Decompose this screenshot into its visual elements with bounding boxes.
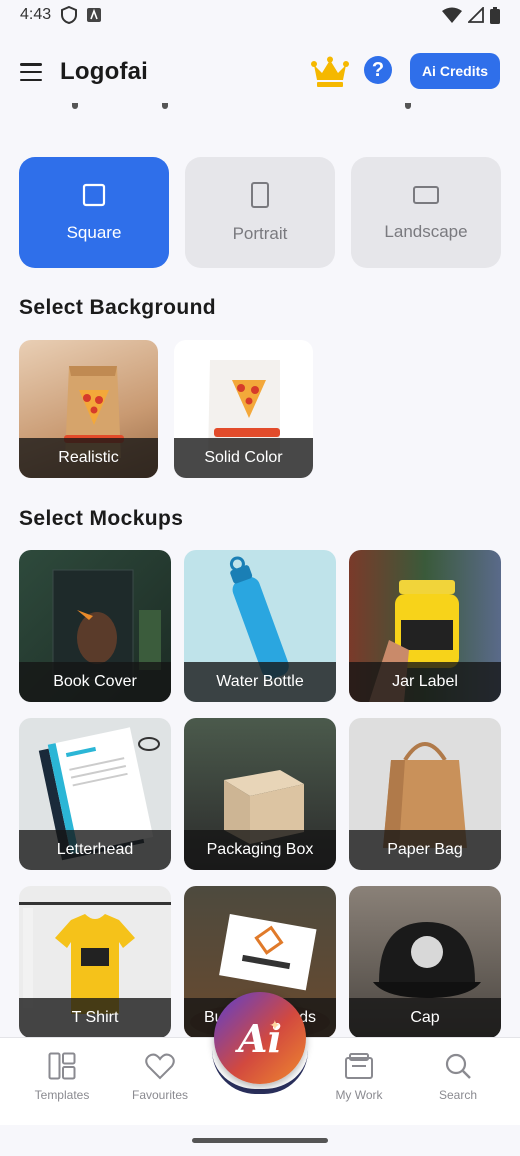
nav-templates[interactable]: Templates bbox=[17, 1052, 107, 1102]
help-icon: ? bbox=[371, 58, 385, 81]
nav-label: Templates bbox=[34, 1088, 90, 1102]
home-indicator[interactable] bbox=[192, 1138, 328, 1143]
section-title-background: Select Background bbox=[19, 296, 217, 319]
heart-icon bbox=[145, 1053, 175, 1080]
cut-glyph bbox=[405, 103, 411, 109]
status-bar: 4:43 bbox=[0, 0, 520, 30]
wifi-icon bbox=[442, 7, 462, 23]
tile-caption: Paper Bag bbox=[349, 830, 501, 870]
nav-search[interactable]: Search bbox=[413, 1052, 503, 1102]
mockup-cap[interactable]: Cap bbox=[349, 886, 501, 1038]
menu-icon-line bbox=[20, 63, 42, 66]
tile-caption: Solid Color bbox=[174, 438, 313, 478]
shield-icon bbox=[61, 6, 78, 24]
aspect-landscape-option[interactable]: Landscape bbox=[351, 157, 501, 268]
aspect-label: Square bbox=[66, 222, 122, 242]
tile-caption: Jar Label bbox=[349, 662, 501, 702]
portrait-icon bbox=[251, 181, 269, 208]
folder-icon bbox=[345, 1053, 373, 1079]
nav-label: Search bbox=[438, 1088, 478, 1102]
tile-caption: Book Cover bbox=[19, 662, 171, 702]
crown-icon bbox=[311, 56, 349, 87]
nav-my-work[interactable]: My Work bbox=[314, 1052, 404, 1102]
tile-caption: Realistic bbox=[19, 438, 158, 478]
mockup-paper-bag[interactable]: Paper Bag bbox=[349, 718, 501, 870]
templates-icon bbox=[48, 1052, 76, 1080]
background-options: Realistic Solid Color bbox=[19, 340, 313, 478]
scrolled-content-edge bbox=[0, 103, 520, 115]
mockup-grid: Book Cover Water Bottle Jar Label Letter… bbox=[19, 550, 501, 1038]
search-icon bbox=[445, 1053, 471, 1079]
tile-caption: Packaging Box bbox=[184, 830, 336, 870]
app-notification-icon bbox=[87, 8, 102, 22]
section-title-mockups: Select Mockups bbox=[19, 507, 184, 530]
mockup-letterhead[interactable]: Letterhead bbox=[19, 718, 171, 870]
tile-caption: Letterhead bbox=[19, 830, 171, 870]
menu-button[interactable] bbox=[20, 63, 42, 81]
sparkle-icon: ✦ bbox=[269, 1017, 281, 1033]
tile-caption: Cap bbox=[349, 998, 501, 1038]
nav-label: My Work bbox=[335, 1088, 383, 1102]
background-solid-color-option[interactable]: Solid Color bbox=[174, 340, 313, 478]
aspect-portrait-option[interactable]: Portrait bbox=[185, 157, 335, 268]
battery-icon bbox=[490, 6, 500, 24]
square-icon bbox=[82, 183, 106, 206]
mockup-book-cover[interactable]: Book Cover bbox=[19, 550, 171, 702]
help-button[interactable]: ? bbox=[364, 56, 392, 84]
nav-favourites[interactable]: Favourites bbox=[115, 1052, 205, 1102]
cut-glyph bbox=[72, 103, 78, 109]
tile-caption: Water Bottle bbox=[184, 662, 336, 702]
mockup-jar-label[interactable]: Jar Label bbox=[349, 550, 501, 702]
cut-glyph bbox=[162, 103, 168, 109]
landscape-icon bbox=[413, 185, 439, 204]
aspect-square-option[interactable]: Square bbox=[19, 157, 169, 268]
aspect-label: Landscape bbox=[384, 221, 468, 241]
premium-crown-button[interactable] bbox=[311, 56, 349, 88]
aspect-ratio-selector: Square Portrait Landscape bbox=[19, 157, 501, 268]
aspect-label: Portrait bbox=[232, 223, 288, 243]
mockup-t-shirt[interactable]: T Shirt bbox=[19, 886, 171, 1038]
mockup-water-bottle[interactable]: Water Bottle bbox=[184, 550, 336, 702]
menu-icon-line bbox=[20, 78, 42, 81]
app-title: Logofai bbox=[60, 58, 149, 85]
background-realistic-option[interactable]: Realistic bbox=[19, 340, 158, 478]
signal-icon bbox=[468, 7, 484, 23]
tile-caption: T Shirt bbox=[19, 998, 171, 1038]
menu-icon-line bbox=[20, 70, 42, 74]
status-time: 4:43 bbox=[20, 6, 52, 23]
mockup-packaging-box[interactable]: Packaging Box bbox=[184, 718, 336, 870]
ai-credits-button[interactable]: Ai Credits bbox=[410, 53, 500, 89]
app-bar: Logofai ? Ai Credits bbox=[0, 44, 520, 100]
nav-label: Favourites bbox=[131, 1088, 189, 1102]
ai-generate-button[interactable]: Ai ✦ bbox=[214, 992, 306, 1084]
